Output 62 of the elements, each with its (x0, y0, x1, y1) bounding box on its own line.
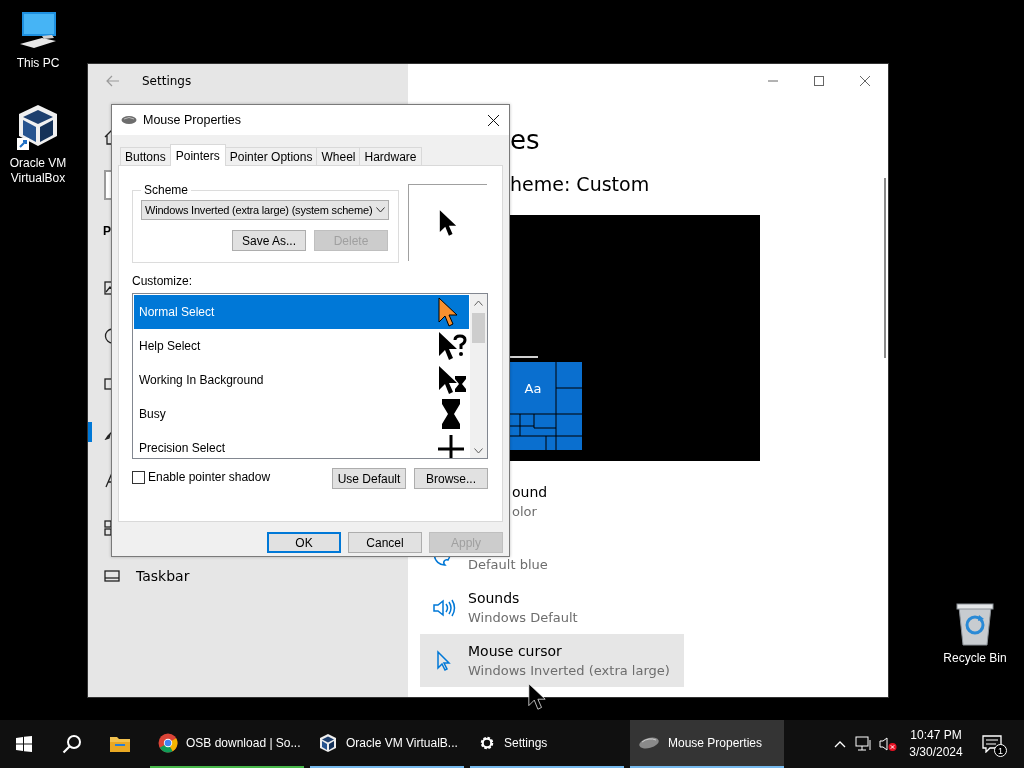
maximize-icon (814, 76, 824, 86)
list-label: Customize: (132, 274, 194, 288)
settings-option[interactable]: Mouse cursor Windows Inverted (extra large) (420, 634, 684, 687)
chevron-up-icon[interactable] (834, 740, 846, 748)
list-item[interactable]: Precision Select (134, 431, 469, 458)
tab[interactable]: Pointers (169, 144, 226, 166)
settings-option[interactable]: Sounds Windows Default (420, 581, 684, 634)
clock-date[interactable]: 3/30/2024 (909, 744, 963, 761)
scrollbar[interactable] (884, 178, 886, 358)
taskbar-button[interactable]: OSB download | So... (150, 720, 304, 768)
list-item[interactable]: Normal Select (134, 295, 469, 329)
close-icon (487, 114, 499, 126)
list-item[interactable]: Working In Background (134, 363, 469, 397)
list-item[interactable]: Busy (134, 397, 469, 431)
tab[interactable]: Buttons (120, 147, 171, 165)
button[interactable]: Use Default (332, 468, 406, 489)
cube-icon (318, 733, 338, 753)
button[interactable]: OK (267, 532, 341, 553)
tab[interactable]: Pointer Options (224, 147, 318, 165)
list-item[interactable]: Help Select (134, 329, 469, 363)
tile-text: Aa (523, 379, 543, 398)
checkbox-label[interactable]: Enable pointer shadow (148, 470, 271, 484)
theme-name: heme: Custom (510, 172, 651, 197)
desktop-icon-label[interactable]: This PC (16, 56, 60, 71)
desktop-icon-label[interactable]: Oracle VM VirtualBox (0, 156, 76, 186)
mouse-icon (121, 115, 137, 125)
dialog-title: Mouse Properties (143, 113, 241, 127)
mouse-icon (638, 736, 660, 750)
checkbox[interactable] (132, 470, 145, 484)
tab[interactable]: Hardware (359, 147, 422, 165)
taskbar-icon[interactable] (104, 568, 120, 584)
muted-speaker-icon[interactable] (879, 736, 897, 752)
scheme-dropdown[interactable]: Windows Inverted (extra large) (system scheme) (141, 200, 389, 220)
notification-icon[interactable] (982, 735, 1002, 753)
button[interactable]: Save As... (232, 230, 306, 251)
settings-icon (478, 734, 496, 752)
folder-icon (109, 735, 131, 753)
recycle-bin-icon (954, 601, 996, 647)
group-label: Scheme (143, 183, 190, 197)
desktop-icon-label[interactable]: Recycle Bin (943, 651, 1007, 666)
caret-icon (376, 207, 385, 213)
window-title: Settings (142, 74, 192, 88)
taskbar-button[interactable]: Oracle VM VirtualB... (310, 720, 464, 768)
scrollbar[interactable] (470, 294, 487, 458)
search-icon (62, 734, 82, 754)
button[interactable]: Cancel (348, 532, 422, 553)
sidebar-item[interactable]: Taskbar (136, 568, 190, 584)
clock-time[interactable]: 10:47 PM (910, 727, 962, 744)
sidebar-heading: P (103, 224, 111, 238)
close-icon (860, 76, 870, 86)
network-icon[interactable] (855, 736, 873, 752)
browser-icon (158, 733, 178, 753)
scroll-down-icon[interactable] (474, 448, 483, 454)
notification-badge: 1 (994, 744, 1007, 757)
windows-icon (16, 736, 32, 752)
scroll-thumb[interactable] (472, 313, 485, 343)
crosshair-icon (435, 432, 467, 458)
taskbar-button[interactable]: Mouse Properties (630, 720, 784, 768)
button[interactable]: Browse... (414, 468, 488, 489)
taskbar-button[interactable]: Settings (470, 720, 624, 768)
scroll-up-icon[interactable] (474, 300, 483, 306)
page-heading: es (510, 124, 541, 156)
